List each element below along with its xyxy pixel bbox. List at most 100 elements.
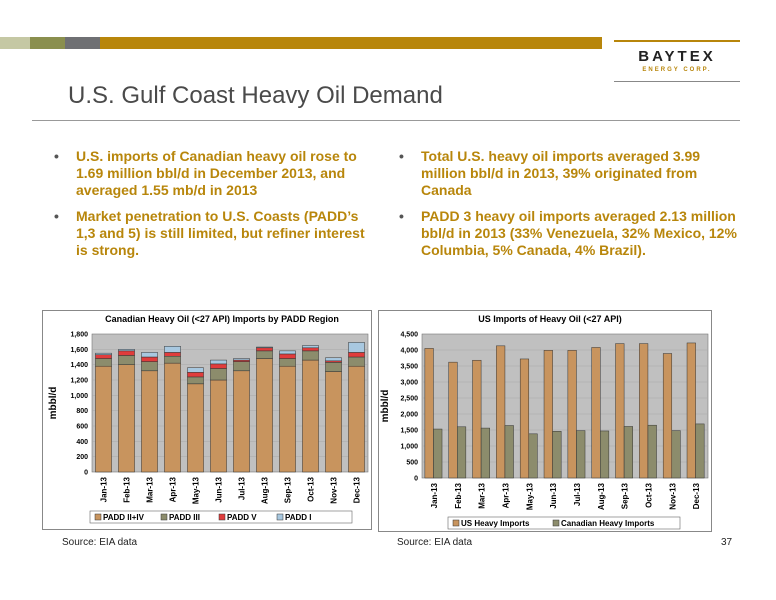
bar-padd-iii	[141, 361, 158, 372]
bullet-text: U.S. imports of Canadian heavy oil rose …	[76, 148, 357, 198]
bar-padd-iii	[95, 358, 112, 367]
y-tick-label: 200	[76, 454, 88, 461]
title-divider	[32, 120, 740, 121]
bar-padd-i	[348, 342, 365, 353]
bar-padd-iii	[233, 361, 250, 372]
legend-swatch	[94, 513, 102, 521]
bullet-text: Market penetration to U.S. Coasts (PADD’…	[76, 208, 365, 258]
legend-label-padd-v: PADD V	[227, 513, 257, 522]
x-tick-label: Dec-13	[692, 482, 701, 509]
bar-padd-ii-iv	[325, 371, 342, 473]
y-tick-label: 400	[76, 439, 88, 446]
bar-padd-v	[95, 354, 112, 359]
x-tick-label: Oct-13	[307, 476, 316, 501]
y-tick-label: 1,600	[70, 347, 88, 354]
bullet-list-left: • U.S. imports of Canadian heavy oil ros…	[40, 148, 380, 268]
y-tick-label: 3,000	[400, 380, 418, 387]
bar-padd-iii	[164, 355, 181, 364]
chart-title: US Imports of Heavy Oil (<27 API)	[478, 314, 621, 324]
bar-us-heavy-imports	[639, 343, 649, 479]
bar-padd-ii-iv	[210, 379, 227, 473]
y-tick-label: 4,000	[400, 348, 418, 355]
x-tick-label: Feb-13	[123, 476, 132, 502]
bar-padd-iii	[118, 355, 135, 365]
x-tick-label: Feb-13	[454, 482, 463, 508]
bullet-item: • PADD 3 heavy oil imports averaged 2.13…	[385, 208, 745, 259]
bar-padd-i	[210, 359, 227, 365]
x-tick-label: Nov-13	[668, 482, 677, 509]
y-tick-label: 0	[414, 476, 418, 483]
x-tick-label: Sep-13	[621, 482, 630, 509]
bar-padd-i	[256, 346, 273, 349]
bar-canadian-heavy-imports	[504, 425, 514, 479]
bullet-glyph: •	[399, 208, 404, 224]
bar-padd-i	[302, 345, 319, 349]
bar-padd-v	[187, 372, 204, 378]
bar-padd-ii-iv	[95, 365, 112, 473]
chart-title: Canadian Heavy Oil (<27 API) Imports by …	[105, 314, 339, 324]
bar-padd-ii-iv	[233, 370, 250, 473]
bar-us-heavy-imports	[496, 345, 506, 479]
bar-padd-iii	[302, 350, 319, 361]
bar-us-heavy-imports	[448, 361, 458, 479]
company-logo: BAYTEX ENERGY CORP.	[604, 36, 740, 86]
legend-swatch	[218, 513, 226, 521]
x-tick-label: May-13	[525, 482, 534, 510]
legend-swatch	[552, 519, 560, 527]
bar-padd-v	[348, 352, 365, 358]
bar-padd-i	[164, 346, 181, 353]
canadian-imports-chart-svg: Canadian Heavy Oil (<27 API) Imports by …	[42, 310, 372, 530]
bar-padd-v	[302, 347, 319, 352]
bar-canadian-heavy-imports	[647, 424, 657, 479]
bar-us-heavy-imports	[543, 350, 553, 479]
x-tick-label: Aug-13	[261, 476, 270, 504]
bar-padd-ii-iv	[141, 370, 158, 473]
y-tick-label: 4,500	[400, 332, 418, 339]
logo-name: BAYTEX	[638, 48, 716, 65]
bar-padd-v	[164, 352, 181, 357]
bar-padd-v	[118, 350, 135, 356]
bullet-item: • Total U.S. heavy oil imports averaged …	[385, 148, 745, 199]
bar-canadian-heavy-imports	[623, 426, 633, 479]
y-tick-label: 1,200	[70, 378, 88, 385]
bar-padd-i	[95, 352, 112, 355]
bar-padd-ii-iv	[256, 358, 273, 473]
y-tick-label: 500	[406, 460, 418, 467]
bar-us-heavy-imports	[567, 350, 577, 479]
bar-canadian-heavy-imports	[695, 423, 705, 479]
legend-swatch	[160, 513, 168, 521]
y-tick-label: 800	[76, 408, 88, 415]
source-note: Source: EIA data	[397, 537, 473, 548]
bullet-text: Total U.S. heavy oil imports averaged 3.…	[421, 148, 701, 198]
x-tick-label: Apr-13	[169, 476, 178, 502]
y-tick-label: 0	[84, 470, 88, 477]
x-tick-label: Jan-13	[100, 476, 109, 502]
bar-us-heavy-imports	[519, 358, 530, 479]
y-tick-label: 1,800	[70, 332, 88, 339]
bar-canadian-heavy-imports	[671, 430, 681, 479]
logo-subtitle: ENERGY CORP.	[642, 67, 712, 73]
bar-padd-ii-iv	[164, 362, 181, 473]
y-tick-label: 1,000	[70, 393, 88, 400]
x-tick-label: Mar-13	[478, 482, 487, 508]
logo-rule	[614, 81, 740, 82]
bar-us-heavy-imports	[615, 343, 625, 479]
y-tick-label: 1,400	[70, 362, 88, 369]
source-note: Source: EIA data	[62, 537, 138, 548]
bar-canadian-heavy-imports	[600, 430, 610, 479]
bar-canadian-heavy-imports	[552, 431, 562, 479]
x-tick-label: Apr-13	[501, 482, 510, 508]
bullet-glyph: •	[54, 208, 59, 224]
bullet-text: PADD 3 heavy oil imports averaged 2.13 m…	[421, 208, 737, 258]
bar-padd-ii-iv	[187, 383, 204, 473]
bar-padd-v	[141, 356, 158, 362]
bar-padd-ii-iv	[279, 365, 296, 473]
bar-us-heavy-imports	[662, 353, 673, 479]
bar-padd-i	[141, 352, 158, 358]
bar-padd-v	[256, 347, 273, 352]
canadian-imports-chart: Canadian Heavy Oil (<27 API) Imports by …	[42, 310, 372, 530]
us-heavy-imports-chart: US Imports of Heavy Oil (<27 API) 0 500 1,0…	[378, 310, 712, 532]
bar-padd-i	[233, 358, 250, 361]
bar-padd-i	[325, 357, 342, 362]
bar-canadian-heavy-imports	[576, 430, 586, 479]
